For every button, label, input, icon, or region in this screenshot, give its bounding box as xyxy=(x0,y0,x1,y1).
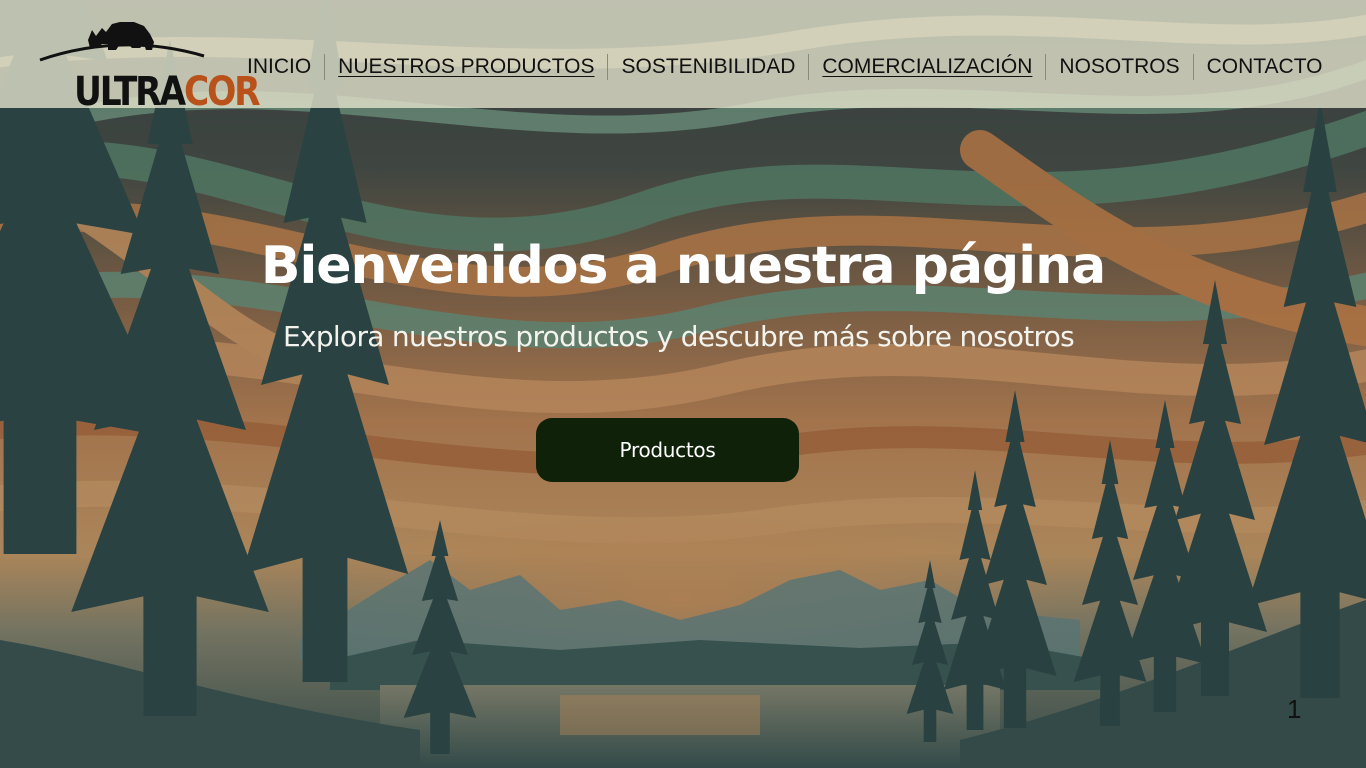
site-header: ULTRACOR INICIO NUESTROS PRODUCTOS SOSTE… xyxy=(0,0,1366,114)
hero-subtitle: Explora nuestros productos y descubre má… xyxy=(283,320,1075,353)
hero-title: Bienvenidos a nuestra página xyxy=(260,236,1106,296)
logo-wordmark: ULTRACOR xyxy=(74,69,261,115)
nav-item-nuestros-productos[interactable]: NUESTROS PRODUCTOS xyxy=(325,54,607,80)
page-number: 1 xyxy=(1287,694,1302,724)
ultracor-logo[interactable]: ULTRACOR xyxy=(36,14,261,114)
hero-background-painting xyxy=(0,0,1366,768)
nav-item-nosotros[interactable]: NOSOTROS xyxy=(1046,54,1192,80)
nav-item-contacto[interactable]: CONTACTO xyxy=(1194,54,1336,80)
productos-button[interactable]: Productos xyxy=(536,418,799,482)
main-nav: INICIO NUESTROS PRODUCTOS SOSTENIBILIDAD… xyxy=(234,50,1335,84)
logo-text-ultra: ULTRA xyxy=(74,69,186,115)
nav-item-comercializacion[interactable]: COMERCIALIZACIÓN xyxy=(809,54,1045,80)
nav-item-inicio[interactable]: INICIO xyxy=(234,54,324,80)
nav-item-sostenibilidad[interactable]: SOSTENIBILIDAD xyxy=(608,54,808,80)
